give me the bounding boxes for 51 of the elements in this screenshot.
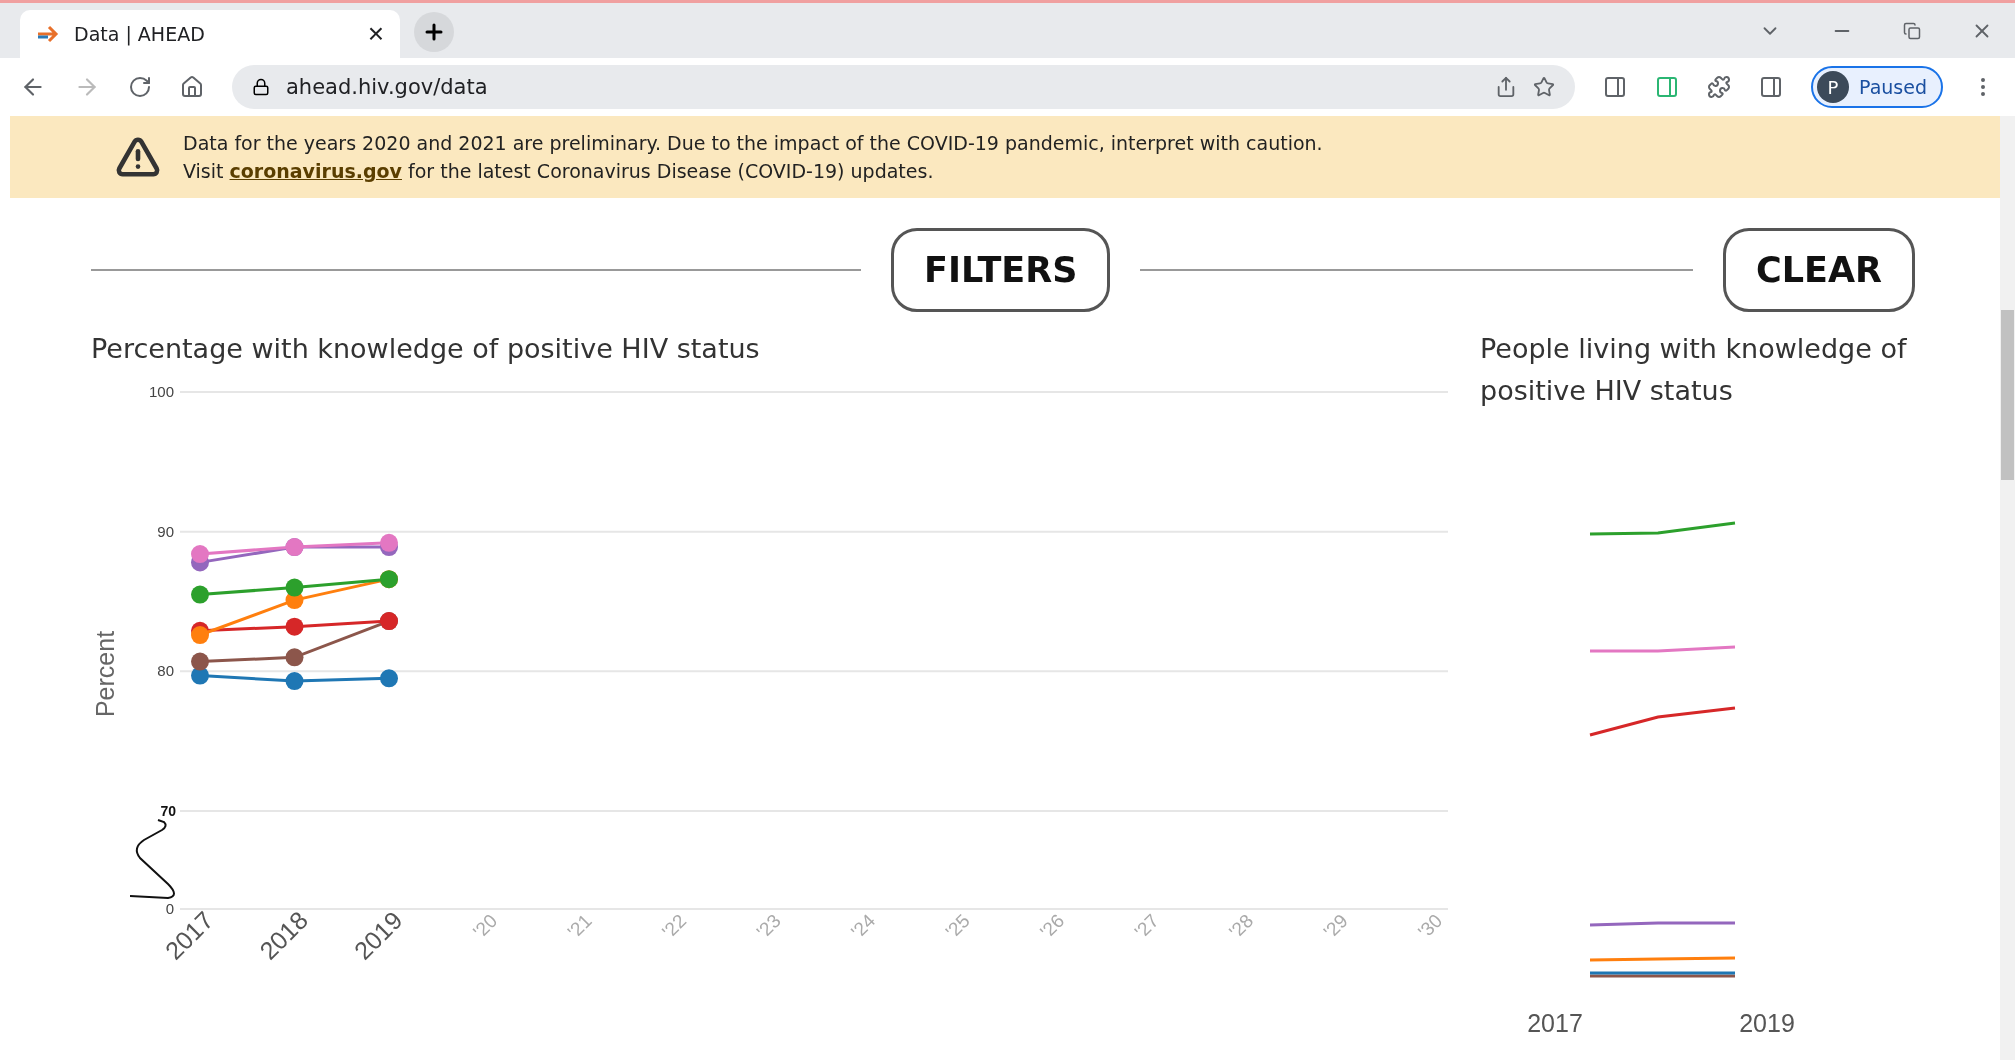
axis-tick-label: '20 <box>468 910 502 943</box>
axis-title: Percent <box>91 630 119 718</box>
lock-icon <box>252 78 270 96</box>
arrow-logo-icon <box>36 24 60 44</box>
address-bar[interactable]: ahead.hiv.gov/data <box>232 65 1576 109</box>
reload-icon[interactable] <box>128 75 152 99</box>
coronavirus-link[interactable]: coronavirus.gov <box>229 160 402 182</box>
axis-tick-label: 90 <box>157 522 174 540</box>
point <box>285 672 304 691</box>
axis-tick-label: '30 <box>1413 910 1447 943</box>
home-icon[interactable] <box>180 75 204 99</box>
axis-tick-label: '25 <box>941 910 974 943</box>
side-panel-icon[interactable] <box>1759 75 1784 99</box>
axis-tick-label: '29 <box>1319 910 1352 943</box>
star-icon[interactable] <box>1533 76 1556 98</box>
point <box>191 652 209 671</box>
point <box>285 648 304 667</box>
point <box>380 533 398 552</box>
clear-button[interactable]: CLEAR <box>1723 228 1915 312</box>
notice-text: Visit coronavirus.gov for the latest Coronavirus Disease (COVID-19) updates. <box>183 160 935 182</box>
axis-tick-label: '23 <box>752 910 785 943</box>
puzzle-icon[interactable] <box>1707 75 1732 99</box>
profile-button[interactable]: P Paused <box>1811 66 1943 108</box>
notice-text: Data for the years 2020 and 2021 are preliminary. Due to the impact of the COVID-19 pandemic, interpret with caution. <box>183 132 1323 154</box>
point <box>191 545 209 564</box>
axis-tick-label: '26 <box>1035 910 1069 943</box>
axis-tick-label: 80 <box>157 662 174 680</box>
axis-tick-label: '28 <box>1224 910 1258 943</box>
tab-title: Data | AHEAD <box>74 23 206 45</box>
axis-tick-label: 100 <box>148 383 174 400</box>
point <box>191 626 209 645</box>
point <box>285 578 304 597</box>
chart-title: People living with knowledge of positive HIV status <box>1480 332 1908 408</box>
axis-tick-label: '22 <box>657 910 691 943</box>
axis-tick-label: '24 <box>846 910 880 943</box>
point <box>191 585 209 604</box>
point <box>380 669 398 688</box>
scrollbar[interactable] <box>2000 116 2015 1060</box>
chart-title: Percentage with knowledge of positive HIV status <box>90 332 761 366</box>
tab-close-button[interactable]: × <box>367 20 384 48</box>
axis-tick-label: 2019 <box>1739 1009 1795 1037</box>
point <box>285 617 304 636</box>
axis-tick-label: 70 <box>160 803 176 819</box>
axis-tick-label: '21 <box>563 910 596 943</box>
axis-tick-label: 2017 <box>1527 1009 1583 1037</box>
warning-icon <box>115 134 161 180</box>
browser-tab[interactable]: Data | AHEAD × <box>20 10 400 58</box>
new-tab-button[interactable] <box>414 12 454 52</box>
axis-tick-label: '27 <box>1130 910 1163 943</box>
axis-break-icon <box>129 819 175 899</box>
filters-button[interactable]: FILTERS <box>891 228 1111 312</box>
